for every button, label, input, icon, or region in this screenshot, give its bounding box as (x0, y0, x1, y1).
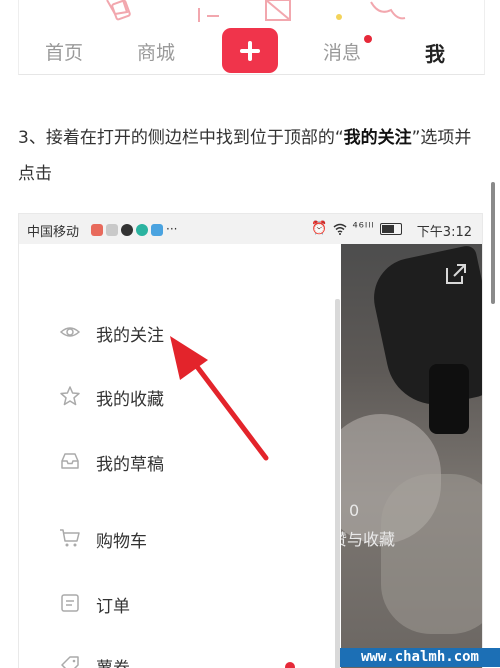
instruction-text: 3、接着在打开的侧边栏中找到位于顶部的“我的关注”选项并点击 (18, 120, 483, 192)
drawer-scrollbar[interactable] (335, 299, 340, 668)
sidebar-screenshot: 中国移动 ··· ⏰ ⁴⁶ᴵˡˡ 下午3:12 0 赞与收藏 (18, 213, 483, 668)
likes-caption: 赞与收藏 (341, 530, 396, 549)
profile-background-photo: 0 赞与收藏 (341, 244, 482, 668)
wifi-icon (333, 221, 352, 236)
chat-icon (121, 223, 133, 236)
sidebar-item-label: 我的收藏 (96, 390, 164, 410)
share-icon[interactable] (444, 262, 468, 286)
publish-button[interactable] (222, 28, 278, 73)
signal-icon: ⁴⁶ᴵˡˡ (352, 221, 375, 236)
app-notification-icon (91, 223, 103, 236)
eye-icon (59, 327, 81, 337)
notification-icons: ··· (91, 222, 177, 237)
system-icons: ⏰ ⁴⁶ᴵˡˡ (311, 221, 402, 236)
notification-dot (364, 35, 372, 43)
carrier-label: 中国移动 (27, 225, 80, 240)
sidebar-item-label: 订单 (96, 597, 130, 617)
cart-icon (60, 529, 80, 547)
sidebar-item-label: 薯券 (96, 654, 130, 668)
decoration-illustration (106, 0, 406, 22)
sidebar-item-label: 我的草稿 (96, 455, 164, 475)
inbox-icon (61, 453, 79, 469)
more-icon: ··· (166, 222, 178, 236)
instruction-highlight: 我的关注 (343, 128, 412, 148)
app-notification-icon (106, 223, 118, 236)
status-bar: 中国移动 ··· ⏰ ⁴⁶ᴵˡˡ 下午3:12 (19, 214, 482, 244)
sidebar-item-label: 购物车 (96, 532, 147, 552)
tab-me[interactable]: 我 (425, 38, 445, 67)
likes-count: 0 (349, 501, 360, 520)
alarm-icon: ⏰ (311, 221, 329, 236)
send-icon (151, 223, 163, 236)
notification-dot (285, 662, 295, 668)
sidebar-item-label: 我的关注 (96, 326, 164, 346)
tab-home[interactable]: 首页 (45, 38, 83, 65)
sidebar-drawer: 我的关注 我的收藏 我的草稿 购物车 订单 (19, 244, 341, 668)
order-icon (61, 594, 79, 612)
site-watermark: www.chalmh.com (340, 648, 500, 667)
bottom-nav-screenshot: 首页 商城 消息 我 (18, 0, 485, 75)
tag-icon (61, 656, 79, 668)
star-icon (60, 386, 80, 406)
battery-icon (379, 222, 402, 235)
instruction-prefix: 3、接着在打开的侧边栏中找到位于顶部的“ (18, 128, 344, 148)
tab-mall[interactable]: 商城 (137, 38, 175, 65)
clock: 下午3:12 (416, 225, 472, 240)
page-scrollbar[interactable] (491, 182, 495, 304)
app-notification-icon (136, 223, 148, 236)
tab-messages[interactable]: 消息 (323, 38, 361, 65)
